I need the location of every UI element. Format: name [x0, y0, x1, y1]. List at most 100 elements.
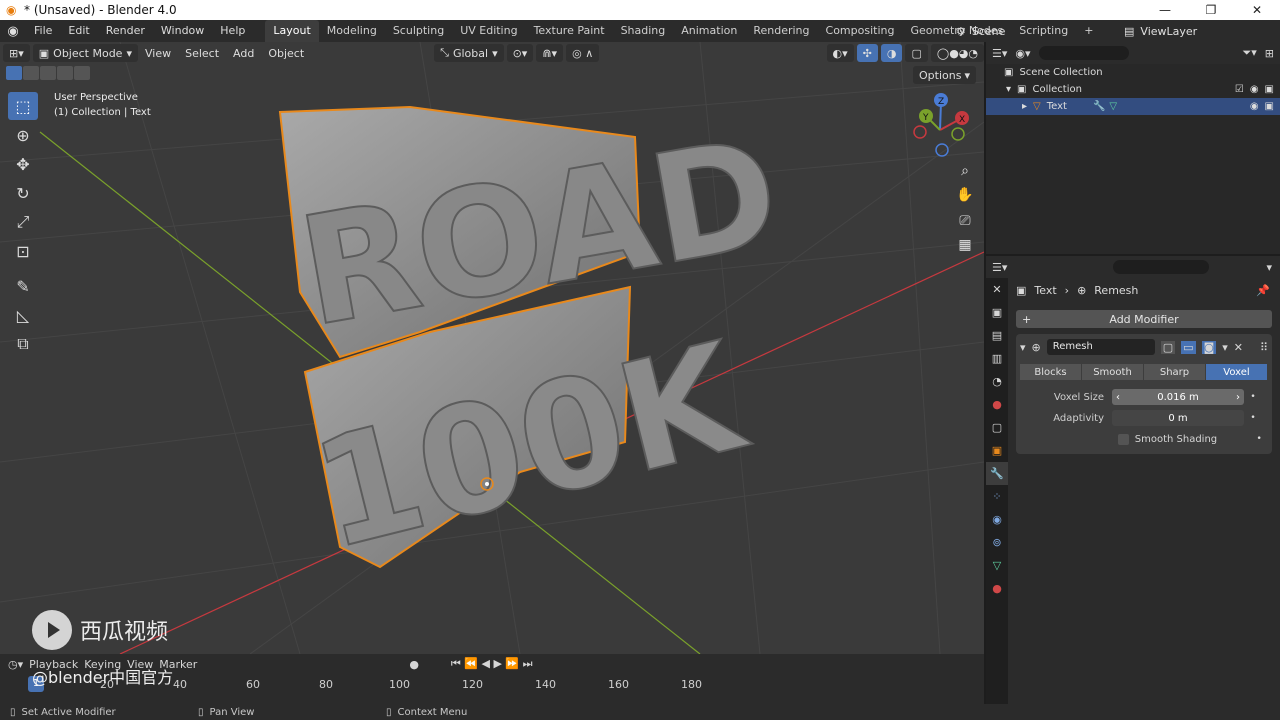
modifier-tab-icon[interactable]: 🔧	[986, 462, 1008, 485]
timeline-editor-icon[interactable]: ◷▾	[8, 658, 23, 671]
pan-hand-icon[interactable]: ✋	[954, 184, 976, 206]
tab-modeling[interactable]: Modeling	[319, 20, 385, 42]
menu-edit[interactable]: Edit	[60, 20, 97, 42]
mode-blocks-button[interactable]: Blocks	[1020, 364, 1081, 380]
tab-texture-paint[interactable]: Texture Paint	[526, 20, 613, 42]
render-toggle-icon[interactable]: ◙	[1201, 340, 1217, 354]
adaptivity-field[interactable]: 0 m	[1112, 410, 1244, 426]
modifier-name-field[interactable]: Remesh	[1046, 339, 1155, 355]
outliner-row-text[interactable]: ▸ ▽ Text 🔧 ▽ ◉ ▣	[986, 98, 1280, 115]
keyframe-dot-icon[interactable]: •	[1244, 392, 1262, 402]
annotate-icon[interactable]: ✎	[8, 272, 38, 300]
viewport-menu-view[interactable]: View	[138, 47, 178, 60]
viewport-menu-add[interactable]: Add	[226, 47, 261, 60]
add-modifier-button[interactable]: + Add Modifier	[1016, 310, 1272, 328]
world-tab-icon[interactable]: ●	[986, 393, 1008, 416]
overlay-toggle-icon[interactable]: ◑	[880, 44, 903, 62]
modifier-wrench-icon[interactable]: 🔧	[1093, 101, 1105, 112]
keyframe-dot-icon[interactable]: •	[1244, 413, 1262, 423]
menu-render[interactable]: Render	[98, 20, 153, 42]
select-subtract-icon[interactable]	[40, 66, 56, 80]
snap-icon[interactable]: ⋒▾	[536, 44, 564, 62]
scene-tab-icon[interactable]: ◔	[986, 370, 1008, 393]
data-tab-icon[interactable]: ▽	[986, 554, 1008, 577]
outliner-search-input[interactable]	[1038, 46, 1129, 60]
menu-file[interactable]: File	[26, 20, 60, 42]
tab-shading[interactable]: Shading	[613, 20, 674, 42]
output-tab-icon[interactable]: ▤	[986, 324, 1008, 347]
decrement-arrow-icon[interactable]: ‹	[1116, 392, 1120, 403]
editor-type-icon[interactable]: ⊞▾	[3, 44, 30, 62]
edit-mode-toggle-icon[interactable]: ▢	[1160, 340, 1176, 354]
tab-compositing[interactable]: Compositing	[818, 20, 903, 42]
options-dropdown[interactable]: Options ▾	[913, 66, 976, 84]
select-new-icon[interactable]	[6, 66, 22, 80]
measure-icon[interactable]: ◺	[8, 301, 38, 329]
smooth-shading-checkbox[interactable]	[1117, 433, 1129, 445]
tool-tab-icon[interactable]: ✕	[986, 278, 1008, 301]
pin-icon[interactable]: 📌	[1256, 284, 1270, 297]
blender-logo-icon[interactable]: ◉	[0, 24, 26, 39]
object-mode-dropdown[interactable]: ▣ Object Mode ▾	[32, 44, 138, 62]
keyframe-dot-icon[interactable]: •	[1250, 434, 1268, 444]
select-extend-icon[interactable]	[23, 66, 39, 80]
menu-help[interactable]: Help	[212, 20, 253, 42]
collapse-chevron-icon[interactable]: ▾	[1020, 341, 1026, 354]
mesh-data-icon[interactable]: ▽	[1109, 101, 1117, 112]
voxel-size-field[interactable]: ‹ 0.016 m ›	[1112, 389, 1244, 405]
tab-layout[interactable]: Layout	[265, 20, 319, 42]
particles-tab-icon[interactable]: ⁘	[986, 485, 1008, 508]
cursor-icon[interactable]: ⊕	[8, 121, 38, 149]
visibility-icon[interactable]: ◐▾	[826, 44, 854, 62]
viewport-toggle-icon[interactable]: ▭	[1181, 340, 1196, 354]
filter-icon[interactable]: ⏷▾	[1242, 46, 1256, 60]
shading-mode-icons[interactable]: ◯●◕◔	[930, 44, 984, 62]
close-button[interactable]: ✕	[1234, 0, 1280, 20]
perspective-grid-icon[interactable]: ▦	[954, 234, 976, 256]
chevron-down-icon[interactable]: ▾	[1266, 261, 1272, 274]
view-layer-tab-icon[interactable]: ▥	[986, 347, 1008, 370]
record-icon[interactable]: ●	[409, 658, 419, 671]
playback-controls[interactable]: ⏮ ⏪ ◀ ▶ ⏩ ⏭	[451, 657, 533, 671]
navigation-gizmo[interactable]: Z Y X	[913, 93, 969, 157]
expand-chevron-icon[interactable]: ▾	[1006, 84, 1011, 95]
drag-handle-icon[interactable]: ⠿	[1260, 341, 1268, 354]
viewport-menu-select[interactable]: Select	[178, 47, 226, 60]
view-layer-selector[interactable]: ▤ ViewLayer	[1124, 20, 1197, 42]
scene-selector[interactable]: ⚙ Scene	[956, 20, 1005, 42]
physics-tab-icon[interactable]: ◉	[986, 508, 1008, 531]
display-mode-icon[interactable]: ◉▾	[1015, 47, 1030, 60]
tab-scripting[interactable]: Scripting	[1011, 20, 1076, 42]
zoom-icon[interactable]: ⌕	[954, 160, 976, 182]
gizmo-toggle-icon[interactable]: ✣	[856, 44, 878, 62]
select-invert-icon[interactable]	[57, 66, 73, 80]
tab-animation[interactable]: Animation	[673, 20, 745, 42]
properties-editor[interactable]: ☰▾ ▾ ✕ ▣ ▤ ▥ ◔ ● ▢ ▣ 🔧 ⁘ ◉ ⊚ ▽ ● ▣ Text …	[986, 256, 1280, 704]
camera-icon[interactable]: ▣	[1265, 84, 1274, 95]
increment-arrow-icon[interactable]: ›	[1236, 392, 1240, 403]
proportional-edit-icon[interactable]: ◎ ∧	[566, 44, 600, 62]
properties-editor-icon[interactable]: ☰▾	[992, 261, 1007, 274]
outliner[interactable]: ☰▾ ◉▾ ⏷▾ ⊞ ▣ Scene Collection ▾ ▣ Collec…	[986, 42, 1280, 254]
new-collection-icon[interactable]: ⊞	[1265, 47, 1274, 60]
scale-icon[interactable]: ⤢	[8, 208, 38, 236]
mode-voxel-button[interactable]: Voxel	[1206, 364, 1267, 380]
transform-orientation-dropdown[interactable]: ⤡ Global ▾	[434, 44, 504, 62]
menu-window[interactable]: Window	[153, 20, 212, 42]
rotate-icon[interactable]: ↻	[8, 179, 38, 207]
select-intersect-icon[interactable]	[74, 66, 90, 80]
tab-sculpting[interactable]: Sculpting	[385, 20, 452, 42]
pivot-point-icon[interactable]: ⊙▾	[506, 44, 534, 62]
camera-view-icon[interactable]: ⎚	[954, 210, 976, 232]
checkbox-icon[interactable]: ☑	[1235, 84, 1244, 95]
maximize-button[interactable]: ❐	[1188, 0, 1234, 20]
modifier-menu-chevron-icon[interactable]: ▾	[1222, 341, 1228, 354]
render-tab-icon[interactable]: ▣	[986, 301, 1008, 324]
eye-icon[interactable]: ◉	[1250, 84, 1259, 95]
xray-toggle-icon[interactable]: ▢	[905, 44, 928, 62]
selection-mode-buttons[interactable]	[6, 66, 90, 80]
remove-modifier-icon[interactable]: ✕	[1234, 341, 1243, 354]
collection-tab-icon[interactable]: ▢	[986, 416, 1008, 439]
mode-sharp-button[interactable]: Sharp	[1144, 364, 1205, 380]
select-box-icon[interactable]: ⬚	[8, 92, 38, 120]
